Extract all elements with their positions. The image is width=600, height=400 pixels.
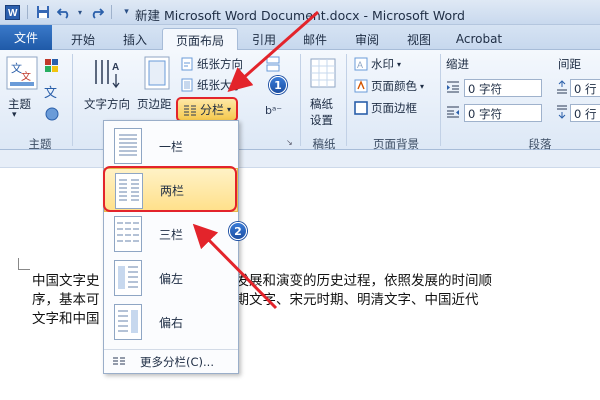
columns-label: 分栏 <box>200 103 225 117</box>
svg-text:文: 文 <box>21 70 31 83</box>
theme-colors-icon[interactable] <box>44 58 64 77</box>
theme-icon[interactable]: 文文 <box>6 56 38 93</box>
one-column-icon <box>114 128 142 164</box>
page-color-label: 页面颜色 <box>371 79 417 93</box>
paper-size-button[interactable]: 纸张大小 <box>180 77 243 93</box>
margin-mark <box>18 258 30 270</box>
paper-orientation-label: 纸张方向 <box>197 57 243 71</box>
doc-text-fragment: 中国文字史 <box>32 273 100 289</box>
columns-button[interactable]: 分栏 ▾ <box>176 97 238 122</box>
chevron-down-icon[interactable]: ▾ <box>12 110 17 120</box>
right-column-icon <box>114 304 142 340</box>
group-separator <box>300 54 301 146</box>
group-separator <box>346 54 347 146</box>
tab-insert[interactable]: 插入 <box>112 28 158 50</box>
chevron-down-icon: ▾ <box>420 81 425 91</box>
more-columns-item[interactable]: 更多分栏(C)... <box>104 349 238 373</box>
manuscript-label-2[interactable]: 设置 <box>310 112 333 128</box>
page-borders-label: 页面边框 <box>371 101 417 115</box>
ribbon: 文文 主题 ▾ 文 主题 A 文字方向 页边距 纸张方向 纸张大小 分栏 ▾ b… <box>0 50 600 151</box>
svg-text:A: A <box>357 60 363 70</box>
theme-effects-icon[interactable] <box>44 106 60 125</box>
page-color-button[interactable]: 页面颜色 ▾ <box>354 78 424 94</box>
page-borders-icon <box>354 101 368 115</box>
columns-option-one[interactable]: 一栏 <box>104 124 238 168</box>
tab-mailings[interactable]: 邮件 <box>292 28 338 50</box>
manuscript-icon[interactable] <box>310 58 336 91</box>
columns-icon <box>184 105 196 115</box>
step-badge-2: 2 <box>229 222 247 240</box>
tab-page-layout[interactable]: 页面布局 <box>162 28 238 51</box>
watermark-icon: A <box>354 57 368 71</box>
indent-right-icon <box>446 105 460 122</box>
paper-orientation-icon <box>181 57 193 71</box>
paper-orientation-button[interactable]: 纸张方向 <box>180 56 243 72</box>
hyphenation-icon[interactable]: bᵃ⁻ <box>265 104 282 117</box>
spacing-after-field[interactable]: 0 行 <box>570 104 600 122</box>
text-direction-label[interactable]: 文字方向 <box>84 96 130 112</box>
columns-option-right[interactable]: 偏右 <box>104 300 238 344</box>
columns-dropdown-menu: 一栏 两栏 三栏 偏左 偏右 更多分栏(C)... <box>103 120 239 374</box>
doc-text-fragment: 文字和中国 <box>32 311 100 327</box>
window-title: 新建 Microsoft Word Document.docx - Micros… <box>135 8 465 23</box>
svg-text:A: A <box>112 62 119 73</box>
group-separator <box>440 54 441 146</box>
theme-fonts-icon[interactable]: 文 <box>44 82 57 101</box>
columns-option-left[interactable]: 偏左 <box>104 256 238 300</box>
indent-left-field[interactable]: 0 字符 <box>464 79 542 97</box>
three-columns-icon <box>114 216 142 252</box>
breaks-icon[interactable] <box>265 56 283 75</box>
indent-left-icon <box>446 80 460 97</box>
page-color-icon <box>354 79 368 93</box>
highlight-outline <box>103 166 237 212</box>
columns-option-label: 偏右 <box>159 315 184 330</box>
tab-file[interactable]: 文件 <box>0 25 52 50</box>
columns-icon <box>113 357 125 364</box>
watermark-label: 水印 <box>371 57 394 71</box>
page-borders-button[interactable]: 页面边框 <box>354 100 417 116</box>
margins-icon[interactable] <box>143 56 171 93</box>
text-direction-icon[interactable]: A <box>90 56 124 93</box>
spacing-before-field[interactable]: 0 行 <box>570 79 600 97</box>
tab-acrobat[interactable]: Acrobat <box>448 28 510 50</box>
indent-right-field[interactable]: 0 字符 <box>464 104 542 122</box>
indent-label: 缩进 <box>446 57 469 71</box>
doc-text-fragment: 序，基本可 <box>32 292 100 308</box>
title-bar: W ▾ ▾ 新建 Microsoft Word Document.docx - … <box>0 0 600 25</box>
manuscript-label[interactable]: 稿纸 <box>310 96 333 112</box>
tab-references[interactable]: 引用 <box>244 28 284 50</box>
spacing-label: 间距 <box>558 57 581 71</box>
margins-label[interactable]: 页边距 <box>137 96 172 112</box>
group-separator <box>72 54 73 146</box>
chevron-down-icon: ▾ <box>227 105 232 114</box>
columns-option-three[interactable]: 三栏 <box>104 212 238 256</box>
tab-view[interactable]: 视图 <box>396 28 442 50</box>
tab-review[interactable]: 审阅 <box>344 28 390 50</box>
spacing-after-icon <box>556 105 568 122</box>
paper-size-icon <box>181 78 193 92</box>
columns-option-label: 偏左 <box>159 271 184 286</box>
watermark-button[interactable]: A 水印 ▾ <box>354 56 401 72</box>
more-columns-label: 更多分栏(C)... <box>140 354 214 369</box>
paper-size-label: 纸张大小 <box>197 78 243 92</box>
columns-option-label: 一栏 <box>159 139 184 154</box>
page-setup-launcher-icon[interactable]: ↘ <box>286 138 293 147</box>
left-column-icon <box>114 260 142 296</box>
tab-home[interactable]: 开始 <box>60 28 106 50</box>
columns-option-label: 三栏 <box>159 227 184 242</box>
spacing-before-icon <box>556 80 568 97</box>
ribbon-tabs: 文件 开始 插入 页面布局 引用 邮件 审阅 视图 Acrobat <box>0 25 600 51</box>
ruler-band <box>0 150 600 168</box>
step-badge-1: 1 <box>269 76 287 94</box>
chevron-down-icon: ▾ <box>397 59 402 69</box>
